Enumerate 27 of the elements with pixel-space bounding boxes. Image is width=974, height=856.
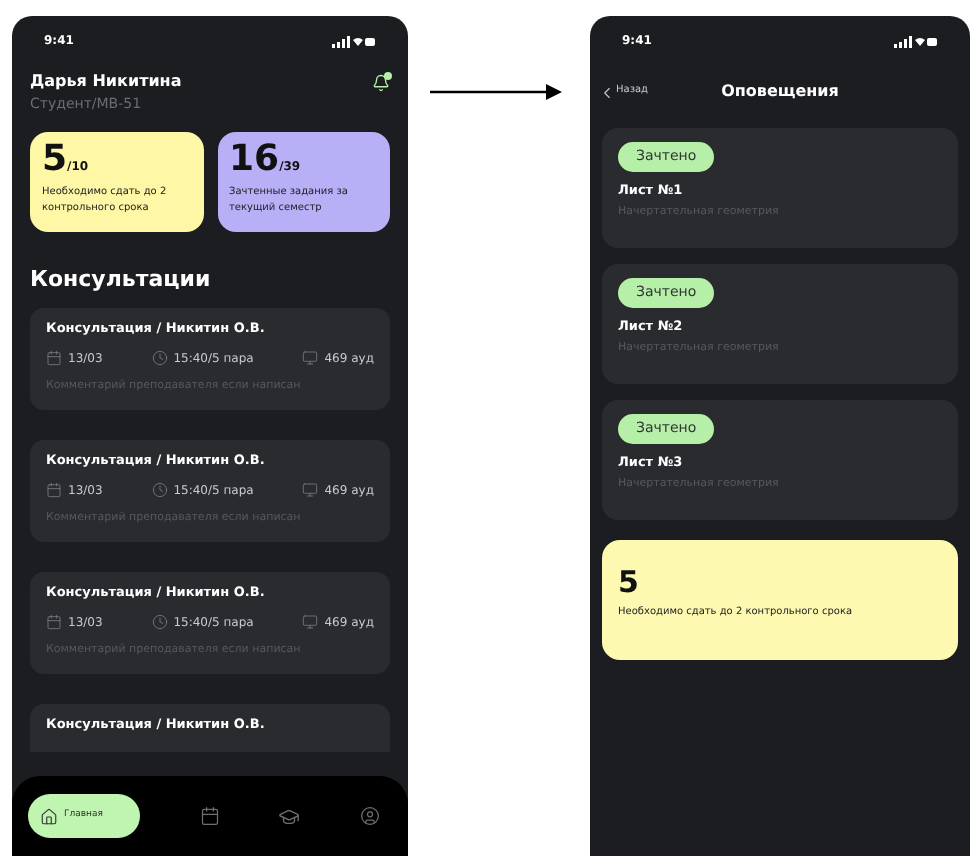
calendar-icon bbox=[199, 806, 220, 826]
summary-value: 5 bbox=[618, 568, 641, 598]
monitor-icon bbox=[302, 350, 319, 367]
user-icon bbox=[359, 806, 380, 826]
status-icons bbox=[332, 35, 376, 47]
tab-item[interactable] bbox=[278, 805, 301, 827]
notification-button[interactable] bbox=[372, 74, 390, 92]
home-icon bbox=[40, 807, 58, 825]
calendar-icon bbox=[46, 482, 62, 499]
stat-value: 5 bbox=[42, 141, 68, 177]
status-icons bbox=[894, 35, 938, 47]
tab-item[interactable] bbox=[359, 806, 380, 826]
stat-value: 16 bbox=[229, 141, 280, 177]
monitor-icon bbox=[302, 482, 319, 499]
clock-icon bbox=[151, 614, 168, 631]
clock-icon bbox=[151, 350, 168, 367]
section-title: Консультации bbox=[28, 263, 213, 295]
arrow-icon bbox=[430, 84, 562, 100]
user-name: Дарья Никитина bbox=[30, 70, 182, 94]
calendar-icon bbox=[46, 350, 62, 367]
calendar-icon bbox=[46, 614, 62, 631]
chevron-left-icon bbox=[598, 83, 616, 101]
tab-item[interactable] bbox=[199, 806, 220, 826]
screen-title: Оповещения bbox=[721, 80, 839, 104]
clock-icon bbox=[151, 482, 168, 499]
graduation-cap-icon bbox=[278, 805, 301, 827]
monitor-icon bbox=[302, 614, 319, 631]
